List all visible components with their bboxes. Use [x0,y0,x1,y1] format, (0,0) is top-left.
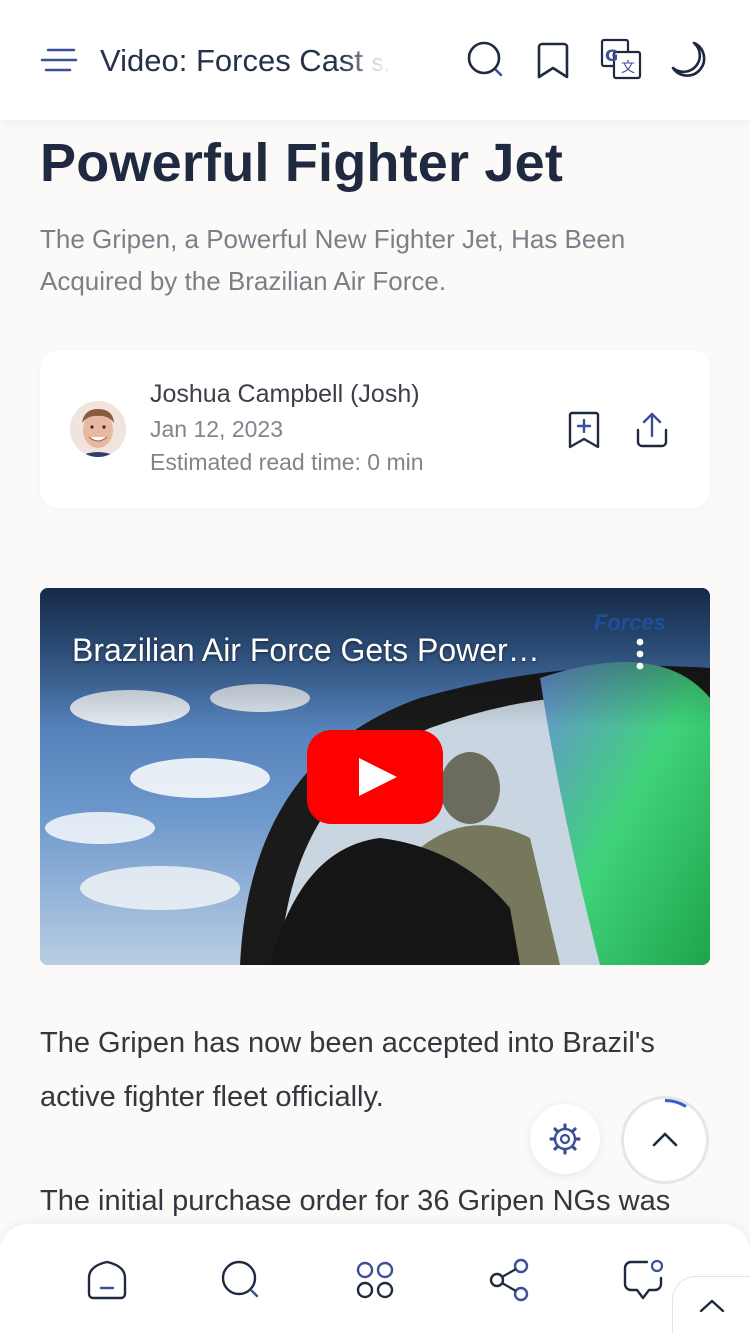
search-icon[interactable] [464,38,508,82]
page-title: Video: Forces Cast s. [100,40,400,82]
share-nodes-icon[interactable] [487,1258,531,1302]
settings-button[interactable] [530,1104,600,1174]
chevron-up-icon [652,1098,687,1147]
read-time: Estimated read time: 0 min [150,449,424,475]
translate-icon[interactable]: G 文 [600,38,644,82]
chevron-up-icon [699,1299,725,1313]
article-headline: Powerful Fighter Jet [40,133,564,193]
scroll-to-top-button[interactable] [621,1096,709,1184]
author-name[interactable]: Joshua Campbell (Josh) [150,380,420,409]
svg-text:文: 文 [621,60,635,76]
video-title[interactable]: Brazilian Air Force Gets Power… [72,632,592,669]
moon-icon[interactable] [668,38,712,82]
video-player[interactable]: Forces Brazilian Air Force Gets Power… [40,588,710,965]
channel-logo: Forces [593,610,666,635]
page-title-text: Video: Forces Cast [100,43,364,78]
publish-date: Jan 12, 2023 [150,416,284,442]
avatar[interactable] [70,401,126,457]
home-icon[interactable] [85,1258,129,1302]
expand-button[interactable] [672,1276,750,1334]
bottom-navigation [0,1224,750,1334]
top-bar: Video: Forces Cast s. G 文 [0,0,750,120]
menu-icon[interactable] [40,44,80,76]
gear-icon [549,1123,581,1155]
page-title-overflow: s. [371,50,391,77]
share-icon[interactable] [634,410,670,450]
bookmark-icon[interactable] [532,38,576,82]
article-paragraph: The Gripen has now been accepted into Br… [40,1027,655,1113]
search-icon[interactable] [219,1258,263,1302]
author-card: Joshua Campbell (Josh) Jan 12, 2023 Esti… [40,350,710,508]
bookmark-add-icon[interactable] [566,410,602,450]
more-options-icon[interactable] [632,636,648,672]
article-subtitle: The Gripen, a Powerful New Fighter Jet, … [40,224,626,296]
play-button[interactable] [307,730,443,824]
apps-icon[interactable] [353,1258,397,1302]
chat-icon[interactable] [621,1258,665,1302]
svg-text:G: G [605,46,618,65]
article-paragraph: The initial purchase order for 36 Gripen… [40,1185,671,1217]
